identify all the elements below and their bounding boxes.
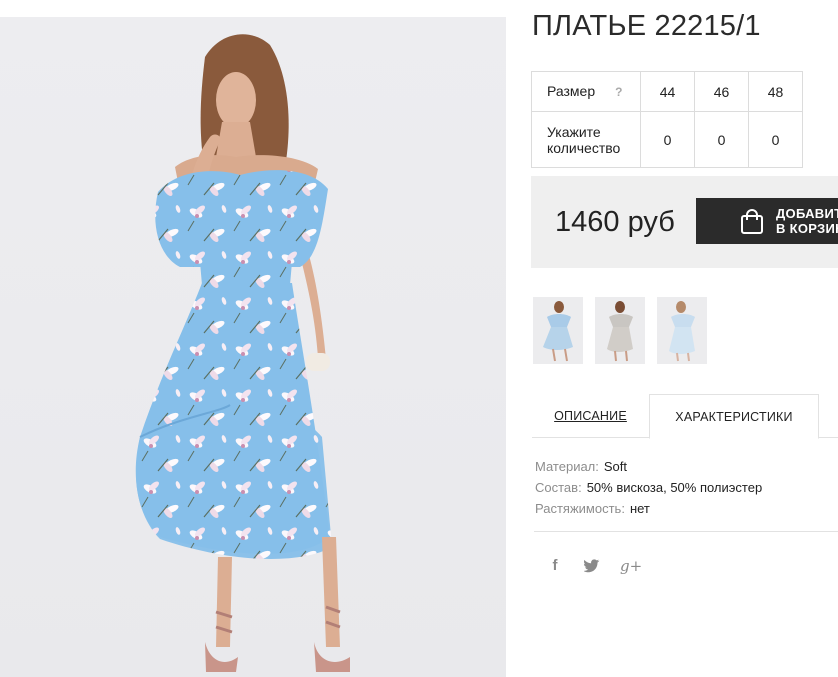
google-plus-icon[interactable]: g+ bbox=[620, 556, 642, 576]
price-box: 1460 руб ДОБАВИТЬ В КОРЗИНУ bbox=[531, 176, 838, 268]
size-label: Размер bbox=[547, 83, 596, 99]
twitter-bird-glyph bbox=[583, 559, 600, 573]
characteristics-list: Материал: Soft Состав: 50% вискоза, 50% по… bbox=[535, 456, 762, 519]
size-row: Размер? 44 46 48 bbox=[531, 71, 803, 112]
dress-model-illustration bbox=[135, 34, 350, 672]
size-label-cell: Размер? bbox=[531, 71, 641, 112]
size-table: Размер? 44 46 48 Укажите количество 0 0 … bbox=[531, 71, 803, 168]
price: 1460 руб bbox=[555, 206, 675, 238]
quantity-label-line1: Укажите bbox=[547, 123, 601, 140]
prop-stretch-key: Растяжимость: bbox=[535, 501, 625, 516]
size-44: 44 bbox=[640, 71, 695, 112]
size-48: 48 bbox=[748, 71, 803, 112]
quantity-label-line2: количество bbox=[547, 139, 621, 156]
quantity-input-48[interactable]: 0 bbox=[748, 111, 803, 168]
product-tabs: ОПИСАНИЕ ХАРАКТЕРИСТИКИ bbox=[532, 394, 838, 439]
prop-material-value: Soft bbox=[603, 459, 628, 474]
thumbnail-2[interactable] bbox=[595, 297, 645, 364]
size-help-icon[interactable]: ? bbox=[615, 85, 622, 99]
prop-material-key: Материал: bbox=[535, 459, 599, 474]
tab-description[interactable]: ОПИСАНИЕ bbox=[532, 394, 649, 438]
social-divider bbox=[534, 531, 838, 532]
twitter-icon[interactable] bbox=[582, 556, 602, 576]
size-46: 46 bbox=[694, 71, 749, 112]
prop-composition: Состав: 50% вискоза, 50% полиэстер bbox=[535, 477, 762, 498]
add-to-cart-label: ДОБАВИТЬ В КОРЗИНУ bbox=[776, 206, 838, 236]
thumbnail-image-2 bbox=[607, 301, 633, 362]
facebook-icon[interactable]: f bbox=[545, 556, 565, 576]
prop-stretch-value: нет bbox=[629, 501, 650, 516]
thumbnail-3[interactable] bbox=[657, 297, 707, 364]
shopping-bag-icon bbox=[741, 209, 763, 234]
prop-stretch: Растяжимость: нет bbox=[535, 498, 762, 519]
quantity-input-44[interactable]: 0 bbox=[640, 111, 695, 168]
quantity-row: Укажите количество 0 0 0 bbox=[531, 111, 803, 168]
quantity-label-cell: Укажите количество bbox=[531, 111, 641, 168]
prop-composition-value: 50% вискоза, 50% полиэстер bbox=[586, 480, 763, 495]
tab-characteristics[interactable]: ХАРАКТЕРИСТИКИ bbox=[649, 394, 819, 439]
thumbnail-image-3 bbox=[669, 301, 695, 362]
quantity-input-46[interactable]: 0 bbox=[694, 111, 749, 168]
thumbnail-1[interactable] bbox=[533, 297, 583, 364]
add-to-cart-button[interactable]: ДОБАВИТЬ В КОРЗИНУ bbox=[696, 198, 838, 244]
prop-composition-key: Состав: bbox=[535, 480, 582, 495]
product-title: ПЛАТЬЕ 22215/1 bbox=[532, 10, 761, 42]
product-main-image[interactable] bbox=[0, 17, 506, 677]
thumbnail-image-1 bbox=[543, 301, 573, 362]
prop-material: Материал: Soft bbox=[535, 456, 762, 477]
